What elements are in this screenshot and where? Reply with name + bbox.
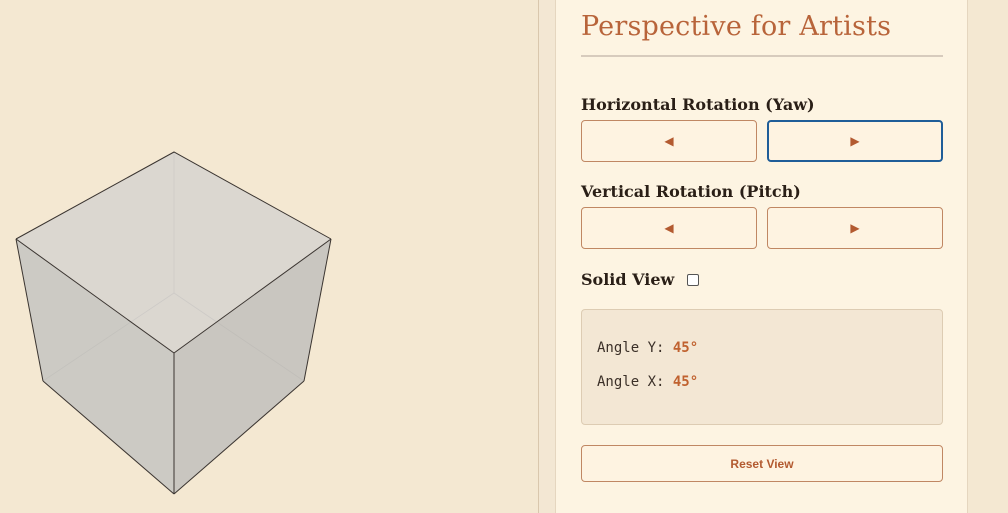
angle-x-row: Angle X: 45°: [597, 374, 698, 390]
pitch-right-button[interactable]: ▶: [767, 207, 943, 249]
yaw-left-button[interactable]: ◀: [581, 120, 757, 162]
solid-view-label: Solid View: [581, 270, 675, 289]
panel-divider: [538, 0, 555, 513]
yaw-label: Horizontal Rotation (Yaw): [581, 95, 815, 114]
angle-y-value: 45°: [672, 340, 699, 356]
angle-y-label: Angle Y:: [597, 340, 673, 356]
panel-title: Perspective for Artists: [581, 11, 892, 42]
angle-readout: Angle Y: 45° Angle X: 45°: [581, 309, 943, 425]
pitch-label: Vertical Rotation (Pitch): [581, 182, 801, 201]
page-margin: [968, 0, 1008, 513]
pitch-left-button[interactable]: ◀: [581, 207, 757, 249]
angle-x-value: 45°: [672, 374, 699, 390]
arrow-left-icon: ◀: [664, 134, 674, 148]
arrow-left-icon: ◀: [664, 221, 674, 235]
solid-view-checkbox[interactable]: [687, 274, 700, 286]
cube-canvas: [15, 151, 332, 495]
solid-view-row: Solid View: [581, 270, 700, 289]
yaw-right-button[interactable]: ▶: [767, 120, 943, 162]
title-divider: [581, 55, 943, 57]
angle-y-row: Angle Y: 45°: [597, 340, 698, 356]
reset-view-button[interactable]: Reset View: [581, 445, 943, 482]
arrow-right-icon: ▶: [850, 134, 860, 148]
angle-x-label: Angle X:: [597, 374, 673, 390]
control-panel: Perspective for Artists Horizontal Rotat…: [555, 0, 968, 513]
arrow-right-icon: ▶: [850, 221, 860, 235]
3d-viewport[interactable]: [0, 0, 538, 513]
